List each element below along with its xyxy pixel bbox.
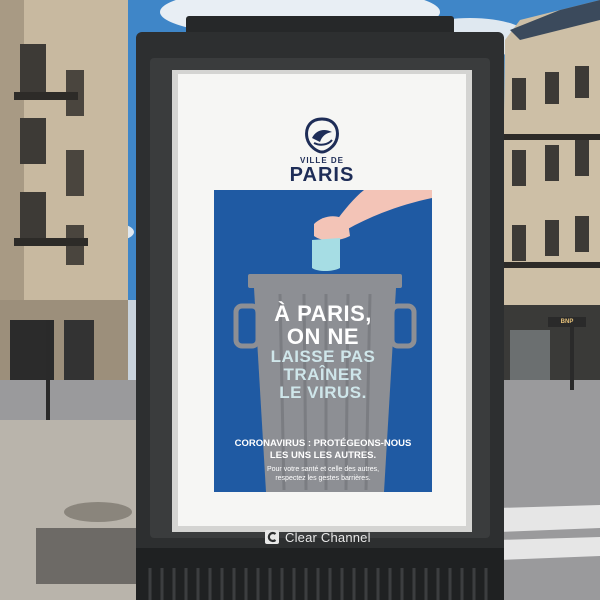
clear-channel-branding: Clear Channel: [264, 527, 371, 547]
paris-logo: VILLE DE PARIS: [178, 116, 466, 185]
sidewalk-grate: [36, 528, 136, 584]
clear-channel-logo-icon: [265, 530, 279, 544]
left-building: [0, 0, 128, 390]
headline: À PARIS, ON NE LAISSE PAS TRAÎNER LE VIR…: [214, 302, 432, 402]
poster-artwork: À PARIS, ON NE LAISSE PAS TRAÎNER LE VIR…: [214, 190, 432, 492]
headline-line-5: LE VIRUS.: [279, 382, 367, 402]
pole: [46, 320, 50, 420]
poster: VILLE DE PARIS À PARIS, ON NE LAISSE PAS…: [178, 74, 466, 526]
arm: [334, 190, 432, 230]
subtext-small-1: Pour votre santé et celle des autres,: [266, 466, 380, 473]
pole: [570, 320, 574, 390]
headline-line-1: À PARIS,: [274, 301, 372, 326]
bin-lid: [248, 274, 402, 288]
headline-line-4: TRAÎNER: [283, 365, 363, 385]
subtext-small-2: respectez les gestes barrières.: [275, 475, 371, 482]
paris-ship-emblem-icon: [305, 117, 339, 154]
headline-line-2: ON NE: [286, 324, 360, 350]
manhole: [64, 502, 132, 522]
subtext: CORONAVIRUS : PROTÉGEONS-NOUS LES UNS LE…: [214, 438, 432, 483]
subtext-main-2: LES UNS LES AUTRES.: [269, 450, 377, 461]
logo-big-text: PARIS: [289, 164, 355, 186]
crosswalk: [498, 505, 600, 532]
subtext-main-1: CORONAVIRUS : PROTÉGEONS-NOUS: [234, 438, 412, 449]
right-building: [500, 0, 600, 400]
headline-line-3: LAISSE PAS: [270, 347, 376, 367]
brand-name: Clear Channel: [285, 529, 371, 545]
bank-storefront-sign: BNP PARIBAS: [548, 317, 586, 327]
crosswalk: [498, 537, 600, 560]
hand: [314, 216, 350, 241]
mask-item: [312, 238, 340, 271]
